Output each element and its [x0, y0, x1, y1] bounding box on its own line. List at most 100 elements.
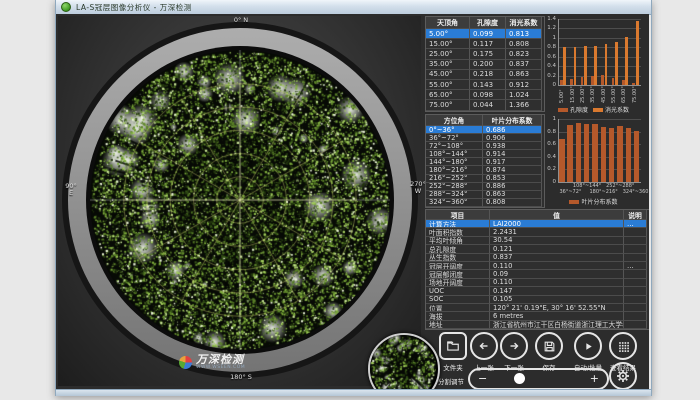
table-row[interactable]: 总孔隙度0.121 [426, 245, 649, 253]
bar [594, 46, 597, 85]
titlebar[interactable]: LA-S冠层图像分析仪 - 万深检测 [56, 0, 651, 15]
leaf-distribution-chart: 00.20.40.60.8136°~72°108°~144°180°~216°2… [545, 117, 642, 205]
app-icon [61, 2, 71, 12]
segmented-preview-thumbnail[interactable] [368, 333, 440, 390]
table-cell: 0.837 [490, 254, 624, 262]
porosity-extinction-chart: 00.20.40.60.811.21.45.00°15.00°25.00°35.… [545, 17, 642, 113]
result-items-table: 项目值说明计算方法LAI2000…叶面积指数2.2431平均叶倾角30.54总孔… [425, 209, 649, 330]
chart-legend: 孔隙度消光系数 [545, 105, 642, 114]
table-row[interactable]: 252°~288°0.886 [426, 183, 544, 191]
table-cell: 55.00° [426, 80, 470, 90]
table-cell: 场地开阔度 [426, 279, 490, 287]
slider-minus-button[interactable]: − [478, 372, 487, 386]
bar [560, 80, 563, 85]
y-tick-label: 1 [545, 116, 556, 122]
content-area: 0° N 180° S 90°E 270°W 天顶角孔隙度消光系数5.00°0.… [56, 14, 649, 390]
table-cell: 平均叶倾角 [426, 237, 490, 245]
table-row[interactable]: 位置120° 21' 0.19"E, 30° 16' 52.55"N [426, 304, 649, 312]
y-tick-label: 0.6 [545, 54, 556, 60]
table-row[interactable]: 75.00°0.0441.366 [426, 100, 544, 110]
table-cell: 0.175 [470, 49, 506, 59]
table-cell: 75.00° [426, 100, 470, 110]
table-row[interactable]: 216°~252°0.853 [426, 175, 544, 183]
table-cell: 0.105 [490, 296, 624, 304]
table-row[interactable]: 15.00°0.1170.808 [426, 39, 544, 49]
bar [576, 123, 581, 182]
table-row[interactable]: 25.00°0.1750.823 [426, 49, 544, 59]
table-cell: 0.098 [470, 90, 506, 100]
table-row[interactable]: 计算方法LAI2000… [426, 220, 649, 228]
table-row[interactable]: 288°~324°0.863 [426, 191, 544, 199]
table-row[interactable]: UOC0.147 [426, 287, 649, 295]
x-tick-label: 35.00° [591, 86, 596, 103]
y-tick-label: 0 [545, 82, 556, 88]
column-header: 叶片分布系数 [483, 115, 542, 126]
table-row[interactable]: 324°~360°0.808 [426, 199, 544, 207]
table-cell: 0.917 [483, 158, 542, 166]
table-cell: … [624, 262, 647, 270]
bar [634, 131, 639, 182]
table-row[interactable]: 144°~180°0.917 [426, 158, 544, 166]
slider-label: 分割调节 [438, 376, 464, 386]
table-cell: 0.143 [470, 80, 506, 90]
next-button[interactable]: 下一张 [496, 332, 532, 372]
azimuth-table: 方位角叶片分布系数0°~36°0.68636°~72°0.90672°~108°… [425, 114, 545, 208]
table-row[interactable]: 冠层开阔度0.110… [426, 262, 649, 270]
table-row[interactable]: SOC0.105 [426, 296, 649, 304]
table-row[interactable]: 海拔6 metres [426, 312, 649, 320]
screen: LA-S冠层图像分析仪 - 万深检测 0° N 180° S 90°E 270°… [0, 0, 700, 400]
bar [567, 125, 572, 182]
y-tick-label: 0.8 [545, 44, 556, 50]
table-cell: 1.366 [506, 100, 542, 110]
table-cell: 0.110 [490, 279, 624, 287]
table-row[interactable]: 35.00°0.2000.837 [426, 60, 544, 70]
table-row[interactable]: 地址浙江省杭州市江干区白杨街道浙江理工大学格勤东巷 [426, 321, 649, 329]
auto-batch-button[interactable]: 自动/批量 [570, 332, 606, 372]
table-cell: 位置 [426, 304, 490, 312]
y-tick-label: 0.4 [545, 154, 556, 160]
bar [559, 139, 564, 182]
slider-plus-button[interactable]: + [590, 372, 599, 386]
segmentation-slider[interactable]: − + [468, 368, 609, 390]
bar [601, 127, 606, 182]
table-cell: 海拔 [426, 312, 490, 320]
table-row[interactable]: 丛生指数0.837 [426, 254, 649, 262]
table-row[interactable]: 36°~72°0.906 [426, 134, 544, 142]
bar [625, 37, 628, 85]
save-button[interactable]: 保存 [531, 332, 567, 372]
table-row[interactable]: 场地开阔度0.110 [426, 279, 649, 287]
table-row[interactable]: 叶面积指数2.2431 [426, 228, 649, 236]
bar [584, 46, 587, 85]
table-row[interactable]: 55.00°0.1430.912 [426, 80, 544, 90]
app-window: LA-S冠层图像分析仪 - 万深检测 0° N 180° S 90°E 270°… [55, 0, 652, 396]
table-cell: 0.09 [490, 270, 624, 278]
table-row[interactable]: 108°~144°0.914 [426, 150, 544, 158]
x-tick-label: 75.00° [633, 86, 638, 103]
table-cell: 25.00° [426, 49, 470, 59]
y-tick-label: 0.6 [545, 141, 556, 147]
slider-knob[interactable] [514, 373, 525, 384]
table-cell: 6 metres [490, 312, 624, 320]
table-row[interactable]: 平均叶倾角30.54 [426, 237, 649, 245]
table-row[interactable]: 冠层郁闭度0.09 [426, 270, 649, 278]
table-cell: 2.2431 [490, 228, 624, 236]
table-cell: 1.024 [506, 90, 542, 100]
table-row[interactable]: 180°~216°0.874 [426, 166, 544, 174]
table-cell: … [624, 220, 647, 228]
table-cell [624, 245, 647, 253]
table-row[interactable]: 5.00°0.0990.813 [426, 29, 544, 39]
table-cell: 0.863 [483, 191, 542, 199]
table-cell [624, 321, 647, 329]
table-row[interactable]: 45.00°0.2180.863 [426, 70, 544, 80]
table-row[interactable]: 0°~36°0.686 [426, 126, 544, 134]
column-header: 天顶角 [426, 17, 470, 29]
table-cell: 0.837 [506, 60, 542, 70]
canopy-fisheye-image[interactable] [90, 50, 390, 350]
settings-button[interactable]: 设置 [605, 362, 641, 390]
table-row[interactable]: 72°~108°0.938 [426, 142, 544, 150]
table-cell: 65.00° [426, 90, 470, 100]
table-row[interactable]: 65.00°0.0981.024 [426, 90, 544, 100]
bar [563, 47, 566, 85]
table-cell: 浙江省杭州市江干区白杨街道浙江理工大学格勤东巷 [490, 321, 624, 329]
column-header: 值 [490, 210, 624, 220]
